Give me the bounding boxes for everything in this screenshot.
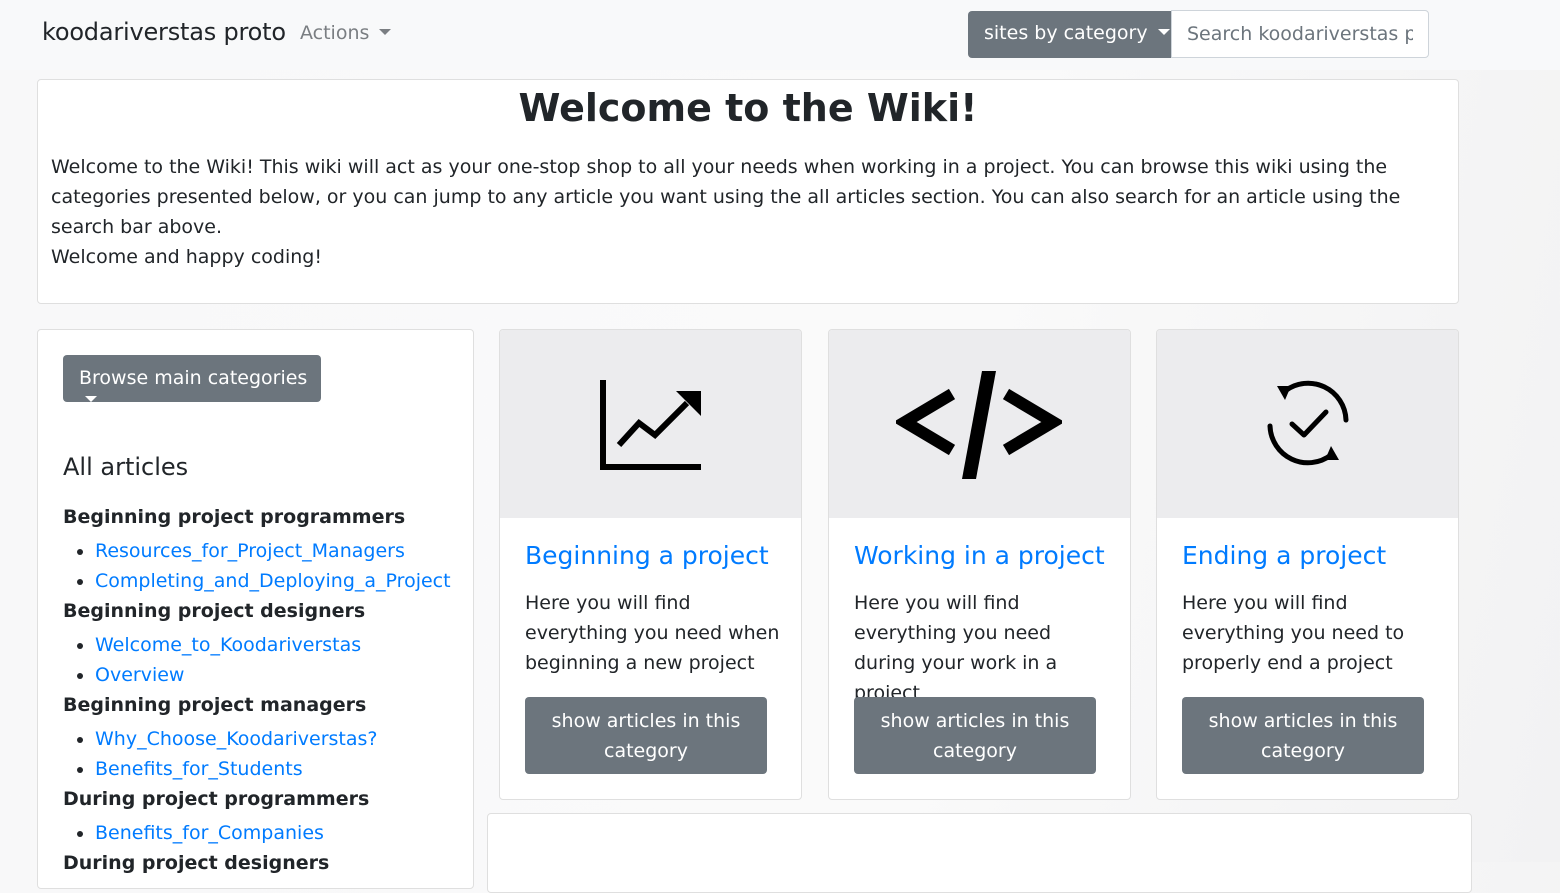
group-title: Beginning project programmers (63, 506, 406, 528)
article-link[interactable]: Benefits_for_Companies (95, 822, 324, 844)
category-card-working: Working in a project Here you will find … (828, 329, 1131, 800)
category-card-beginning: Beginning a project Here you will find e… (499, 329, 802, 800)
page-title: Welcome to the Wiki! (518, 86, 978, 130)
card-title[interactable]: Working in a project (854, 541, 1105, 570)
card-text: Here you will find everything you need w… (525, 592, 780, 674)
show-articles-button[interactable]: show articles in this category (1182, 697, 1424, 774)
welcome-greeting: Welcome and happy coding! (51, 246, 322, 268)
article-group: Beginning project programmers Resources_… (63, 502, 463, 596)
article-list: Why_Choose_Koodariverstas? Benefits_for_… (63, 724, 463, 784)
caret-down-icon (379, 28, 392, 35)
search-input[interactable] (1171, 10, 1429, 58)
sites-by-category-label: sites by category (984, 22, 1148, 44)
all-articles-heading: All articles (63, 453, 189, 481)
list-item: Resources_for_Project_Managers (95, 536, 463, 566)
code-icon (896, 371, 1062, 479)
card-image (500, 330, 801, 518)
group-title: During project programmers (63, 788, 370, 810)
card-title[interactable]: Beginning a project (525, 541, 769, 570)
article-link[interactable]: Why_Choose_Koodariverstas? (95, 728, 378, 750)
group-title: During project designers (63, 852, 330, 874)
article-link[interactable]: Benefits_for_Students (95, 758, 303, 780)
card-title[interactable]: Ending a project (1182, 541, 1386, 570)
article-groups: Beginning project programmers Resources_… (63, 502, 463, 878)
actions-label: Actions (300, 22, 370, 44)
sync-check-icon (1267, 380, 1349, 466)
show-articles-button[interactable]: show articles in this category (854, 697, 1096, 774)
card-text: Here you will find everything you need d… (854, 592, 1058, 704)
actions-dropdown[interactable]: Actions (300, 22, 392, 44)
navbar: koodariverstas proto Actions sites by ca… (0, 0, 1560, 70)
article-group: Beginning project managers Why_Choose_Ko… (63, 690, 463, 784)
caret-down-icon (1157, 28, 1170, 35)
list-item: Welcome_to_Koodariverstas (95, 630, 463, 660)
article-list: Resources_for_Project_Managers Completin… (63, 536, 463, 596)
category-card-ending: Ending a project Here you will find ever… (1156, 329, 1459, 800)
article-link[interactable]: Overview (95, 664, 184, 686)
list-item: Why_Choose_Koodariverstas? (95, 724, 463, 754)
group-title: Beginning project managers (63, 694, 367, 716)
show-articles-button[interactable]: show articles in this category (525, 697, 767, 774)
brand-link[interactable]: koodariverstas proto (42, 18, 286, 46)
card-image (1157, 330, 1458, 518)
chart-trend-icon (600, 380, 701, 470)
article-group: During project programmers Benefits_for_… (63, 784, 463, 848)
article-link[interactable]: Welcome_to_Koodariverstas (95, 634, 361, 656)
article-group: During project designers (63, 848, 463, 878)
list-item: Benefits_for_Students (95, 754, 463, 784)
welcome-card: Welcome to the Wiki! Welcome to the Wiki… (37, 79, 1459, 304)
list-item: Overview (95, 660, 463, 690)
article-list: Benefits_for_Companies (63, 818, 463, 848)
article-group: Beginning project designers Welcome_to_K… (63, 596, 463, 690)
article-link[interactable]: Resources_for_Project_Managers (95, 540, 405, 562)
browse-categories-label: Browse main categories (79, 367, 308, 389)
card-text: Here you will find everything you need t… (1182, 592, 1405, 674)
caret-down-icon (85, 395, 97, 402)
group-title: Beginning project designers (63, 600, 366, 622)
articles-sidebar: Browse main categories All articles Begi… (37, 329, 474, 889)
browse-categories-button[interactable]: Browse main categories (63, 355, 321, 402)
article-list: Welcome_to_Koodariverstas Overview (63, 630, 463, 690)
sites-by-category-button[interactable]: sites by category (968, 11, 1171, 58)
bottom-card (487, 813, 1472, 893)
list-item: Benefits_for_Companies (95, 818, 463, 848)
card-image (829, 330, 1130, 518)
list-item: Completing_and_Deploying_a_Project (95, 566, 463, 596)
article-link[interactable]: Completing_and_Deploying_a_Project (95, 570, 451, 592)
welcome-intro: Welcome to the Wiki! This wiki will act … (51, 156, 1401, 238)
